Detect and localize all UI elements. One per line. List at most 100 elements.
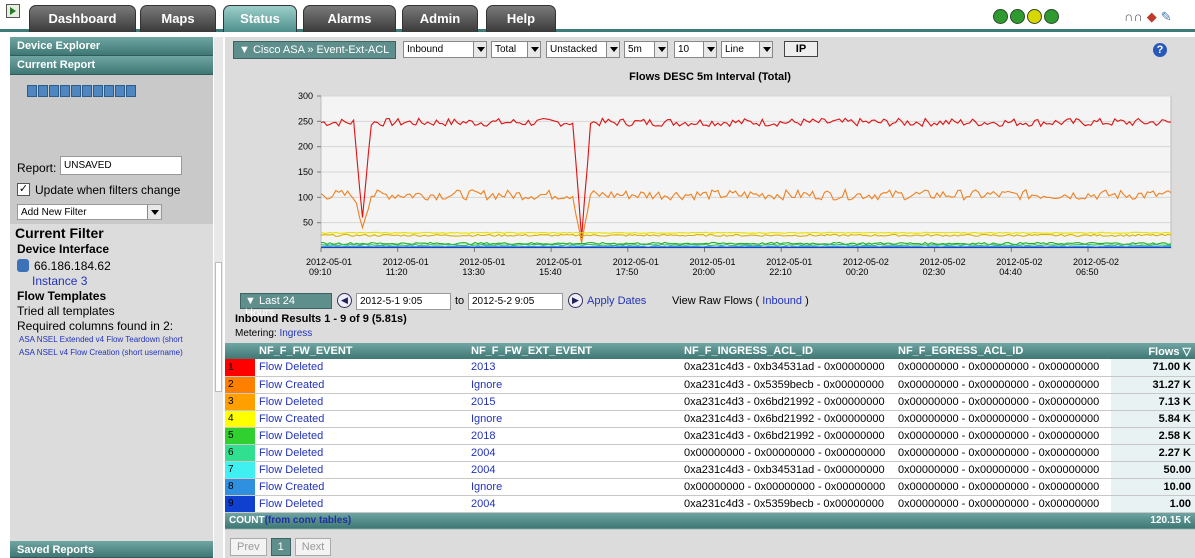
rss-icon[interactable]: [104, 85, 114, 97]
prev-period-icon[interactable]: ◀: [337, 293, 352, 308]
export-icon[interactable]: [82, 85, 92, 97]
device-explorer-header[interactable]: Device Explorer: [10, 37, 213, 56]
update-checkbox[interactable]: ✓: [17, 183, 30, 196]
date-from-input[interactable]: 2012-5-1 9:05: [356, 293, 451, 310]
table-row[interactable]: 6 Flow Deleted 2004 0x00000000 - 0x00000000…: [225, 444, 1195, 462]
row-index: 6: [225, 444, 255, 462]
next-button[interactable]: Next: [294, 538, 332, 556]
table-row[interactable]: 9 Flow Deleted 2004 0xa231c4d3 - 0x5359becb…: [225, 495, 1195, 513]
tab-alarms[interactable]: Alarms: [303, 5, 396, 32]
table-row[interactable]: 5 Flow Deleted 2018 0xa231c4d3 - 0x6bd21992…: [225, 427, 1195, 445]
stack-select[interactable]: Unstacked: [546, 41, 620, 58]
fw-event-link[interactable]: Flow Deleted: [255, 393, 467, 411]
table-row[interactable]: 4 Flow Created Ignore 0xa231c4d3 - 0x6bd219…: [225, 410, 1195, 428]
fw-event-link[interactable]: Flow Deleted: [255, 359, 467, 377]
splitter-grip[interactable]: [215, 262, 222, 392]
column-header[interactable]: NF_F_INGRESS_ACL_ID: [680, 343, 894, 359]
template-link[interactable]: ASA NSEL Extended v4 Flow Teardown (shor…: [19, 335, 183, 344]
raw-inbound-link[interactable]: Inbound: [762, 295, 802, 307]
table-icon[interactable]: [93, 85, 103, 97]
status-dot-icon[interactable]: [1027, 9, 1042, 24]
table-row[interactable]: 7 Flow Deleted 2004 0xa231c4d3 - 0xb34531ad…: [225, 461, 1195, 479]
total-select[interactable]: Total: [491, 41, 541, 58]
alert-diamond-icon[interactable]: ◆: [1147, 9, 1157, 25]
schedule-icon[interactable]: [60, 85, 70, 97]
status-dot-icon[interactable]: [993, 9, 1008, 24]
add-filter-select[interactable]: Add New Filter: [17, 204, 162, 220]
fw-event-link[interactable]: Flow Deleted: [255, 461, 467, 479]
fw-event-link[interactable]: Flow Deleted: [255, 427, 467, 445]
flows-cell: 7.13 K: [1111, 393, 1195, 411]
column-header[interactable]: NF_F_FW_EXT_EVENT: [467, 343, 680, 359]
page-1-button[interactable]: 1: [270, 538, 291, 556]
next-period-icon[interactable]: ▶: [568, 293, 583, 308]
fw-ext-event-link[interactable]: 2004: [467, 495, 680, 513]
save-icon[interactable]: [38, 85, 48, 97]
direction-select[interactable]: Inbound: [403, 41, 487, 58]
x-tick-date: 2012-05-01: [536, 257, 582, 267]
fw-event-link[interactable]: Flow Deleted: [255, 444, 467, 462]
flows-header[interactable]: Flows ▽: [1111, 343, 1195, 359]
app-logo-icon[interactable]: [6, 4, 20, 18]
fw-ext-event-link[interactable]: 2004: [467, 444, 680, 462]
chevron-down-icon[interactable]: [606, 42, 619, 57]
fw-event-link[interactable]: Flow Created: [255, 478, 467, 496]
table-row[interactable]: 8 Flow Created Ignore 0x00000000 - 0x000000…: [225, 478, 1195, 496]
fw-ext-event-link[interactable]: 2004: [467, 461, 680, 479]
chart-type-select[interactable]: Line: [721, 41, 773, 58]
table-row[interactable]: 1 Flow Deleted 2013 0xa231c4d3 - 0xb34531ad…: [225, 359, 1195, 377]
current-report-header[interactable]: Current Report: [10, 56, 213, 75]
x-tick-time: 22:10: [769, 267, 792, 277]
tab-maps[interactable]: Maps: [140, 5, 216, 32]
ip-button[interactable]: IP: [784, 41, 818, 57]
table-row[interactable]: 3 Flow Deleted 2015 0xa231c4d3 - 0x6bd21992…: [225, 393, 1195, 411]
column-header[interactable]: NF_F_FW_EVENT: [255, 343, 467, 359]
tools-icon[interactable]: ✎: [1161, 9, 1172, 25]
chevron-down-icon[interactable]: [473, 42, 486, 57]
fw-ext-event-link[interactable]: Ignore: [467, 478, 680, 496]
report-name-input[interactable]: UNSAVED: [60, 156, 182, 175]
last-24-hours-button[interactable]: ▼ Last 24 Hours: [240, 293, 332, 319]
interval-select[interactable]: 5m: [624, 41, 668, 58]
tab-help[interactable]: Help: [486, 5, 556, 32]
fw-ext-event-link[interactable]: Ignore: [467, 410, 680, 428]
report-breadcrumb[interactable]: ▼ Cisco ASA » Event-Ext-ACL: [233, 41, 396, 59]
metering-value[interactable]: Ingress: [279, 328, 312, 339]
chevron-down-icon[interactable]: [759, 42, 772, 57]
help-icon[interactable]: ?: [1153, 43, 1167, 57]
fw-ext-event-link[interactable]: 2018: [467, 427, 680, 445]
prev-button[interactable]: Prev: [230, 538, 267, 556]
chevron-down-icon[interactable]: [527, 42, 540, 57]
chevron-down-icon[interactable]: [654, 42, 667, 57]
status-dot-icon[interactable]: [1044, 9, 1059, 24]
column-header[interactable]: NF_F_EGRESS_ACL_ID: [894, 343, 1111, 359]
tab-dashboard[interactable]: Dashboard: [29, 5, 136, 32]
fw-event-link[interactable]: Flow Created: [255, 410, 467, 428]
fw-ext-event-link[interactable]: 2013: [467, 359, 680, 377]
report-tool-icon[interactable]: [27, 85, 37, 97]
save-as-icon[interactable]: [49, 85, 59, 97]
chevron-down-icon[interactable]: [147, 205, 161, 219]
template-link[interactable]: ASA NSEL v4 Flow Creation (short usernam…: [19, 348, 183, 357]
fw-ext-event-link[interactable]: Ignore: [467, 376, 680, 394]
device-ip[interactable]: 66.186.184.62: [34, 259, 111, 273]
sidebar-splitter[interactable]: [214, 37, 223, 558]
pdf-icon[interactable]: [126, 85, 136, 97]
fw-event-link[interactable]: Flow Deleted: [255, 495, 467, 513]
tab-status[interactable]: Status: [223, 5, 297, 32]
saved-reports-header[interactable]: Saved Reports: [10, 541, 213, 558]
table-row[interactable]: 2 Flow Created Ignore 0xa231c4d3 - 0x5359be…: [225, 376, 1195, 394]
tab-admin[interactable]: Admin: [402, 5, 478, 32]
row-index: 1: [225, 359, 255, 377]
binoculars-icon[interactable]: ∩∩: [1124, 9, 1143, 25]
fw-event-link[interactable]: Flow Created: [255, 376, 467, 394]
date-to-input[interactable]: 2012-5-2 9:05: [468, 293, 563, 310]
apply-dates-link[interactable]: Apply Dates: [587, 295, 646, 307]
fw-ext-event-link[interactable]: 2015: [467, 393, 680, 411]
chevron-down-icon[interactable]: [703, 42, 716, 57]
email-icon[interactable]: [115, 85, 125, 97]
instance-link[interactable]: Instance 3: [32, 274, 87, 288]
status-dot-icon[interactable]: [1010, 9, 1025, 24]
print-icon[interactable]: [71, 85, 81, 97]
count-select[interactable]: 10: [674, 41, 717, 58]
